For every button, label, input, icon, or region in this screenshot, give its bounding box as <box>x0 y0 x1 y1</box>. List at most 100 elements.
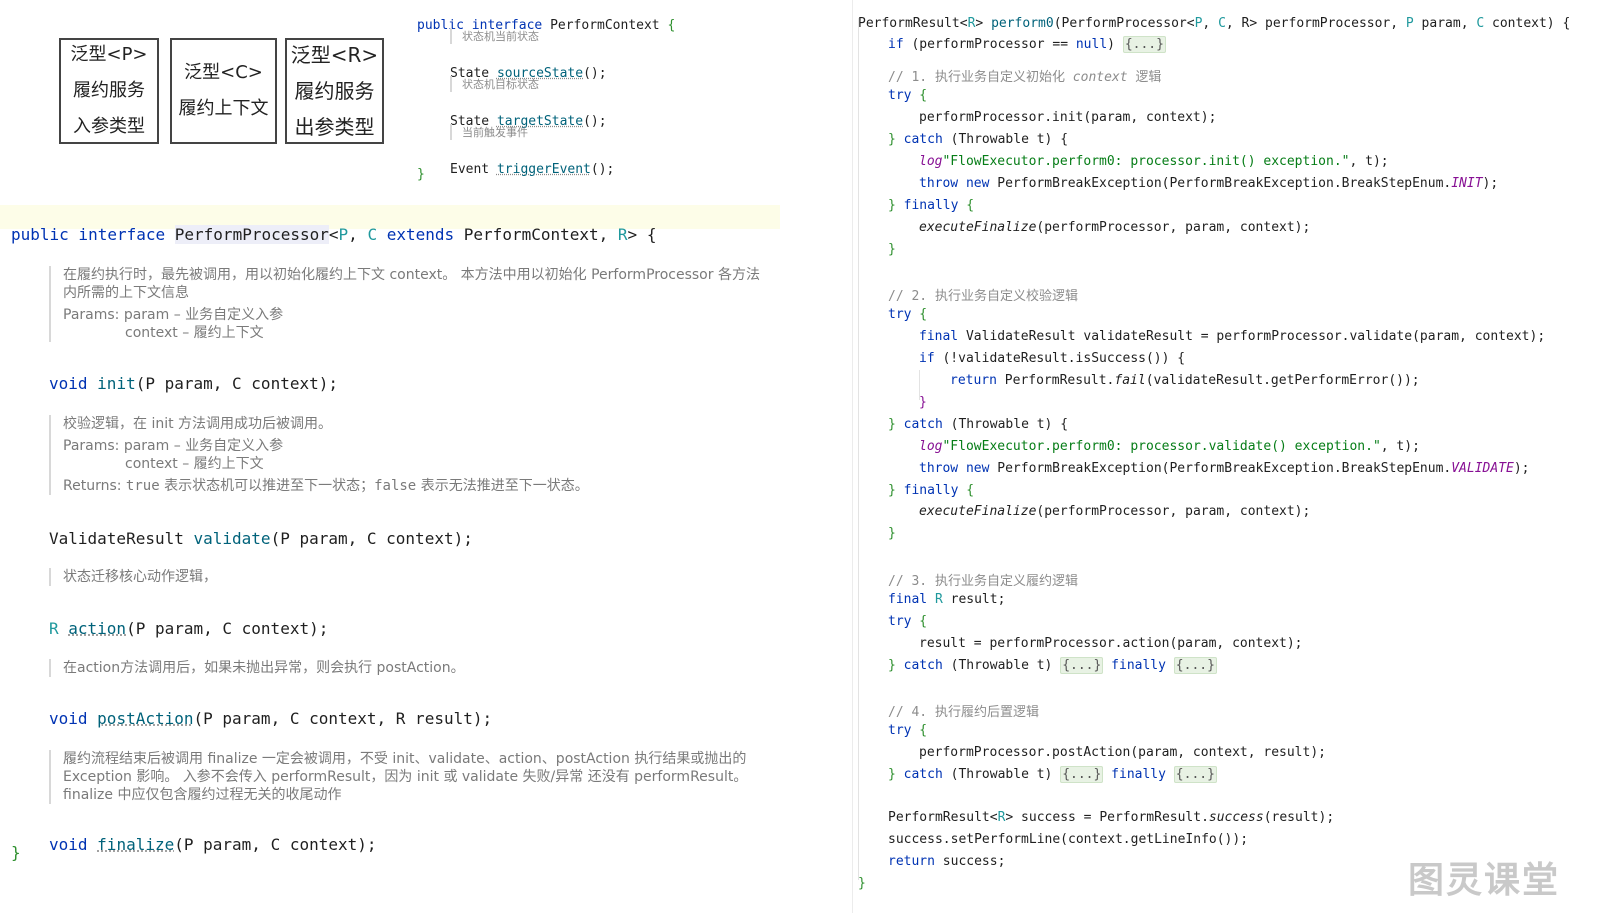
type-box-line: 履约服务 <box>294 79 375 103</box>
code-line: if (!validateResult.isSuccess()) { <box>919 351 1185 366</box>
keyword: if <box>888 37 904 52</box>
doc-description: 在action方法调用后，如果未抛出异常，则会执行 postAction。 <box>63 660 465 676</box>
keyword: catch <box>895 132 943 147</box>
doc-comment-init: 在履约执行时，最先被调用，用以初始化履约上下文 context。 本方法中用以初… <box>49 266 768 342</box>
type: PerformContext, <box>463 225 618 244</box>
doc-description: 校验逻辑，在 init 方法调用成功后被调用。 <box>63 416 333 432</box>
punct: , R> performProcessor, <box>1225 16 1406 31</box>
doc-returns: Returns: true 表示状态机可以推进至下一状态；false 表示无法推… <box>63 477 768 495</box>
type-box-r: 泛型<R> 履约服务 出参类型 <box>285 38 384 144</box>
code: (result); <box>1263 810 1335 825</box>
type-param: C <box>1476 16 1485 31</box>
keyword: finally <box>1103 767 1174 782</box>
keyword: throw new <box>919 461 998 476</box>
code-line: executeFinalize(performProcessor, param,… <box>919 220 1310 235</box>
code: (performProcessor == <box>903 37 1076 52</box>
type-box-line: 泛型<R> <box>290 43 379 67</box>
keyword: return <box>950 373 1005 388</box>
code-line: try { <box>888 88 927 103</box>
code: false <box>374 478 417 494</box>
enum: VALIDATE <box>1451 461 1514 476</box>
method-call: executeFinalize <box>919 504 1037 519</box>
type-box-line: 入参类型 <box>73 116 145 137</box>
class-name[interactable]: PerformProcessor <box>174 225 329 244</box>
keyword: catch <box>895 658 943 673</box>
comment-line: // 1. 执行业务自定义初始化 context 逻辑 <box>888 66 1161 85</box>
method-name[interactable]: finalize <box>97 835 174 854</box>
label: Returns: <box>63 478 126 494</box>
enum: INIT <box>1451 176 1483 191</box>
doc-comment-action: 状态迁移核心动作逻辑， <box>49 568 768 586</box>
method-name[interactable]: triggerEvent <box>497 162 591 177</box>
keyword: try <box>888 307 912 322</box>
code: (validateResult.getPerformError()); <box>1145 373 1420 388</box>
brace: } <box>919 395 927 410</box>
type-box-line: 泛型<C> <box>184 62 263 83</box>
code-line: try { <box>888 307 927 322</box>
type-param: R <box>617 225 628 244</box>
code: PerformBreakException(PerformBreakExcept… <box>997 461 1452 476</box>
type-box-line: 出参类型 <box>294 115 375 139</box>
method-init: void init(P param, C context); <box>49 355 338 393</box>
panel-divider <box>852 0 853 913</box>
brace: { <box>958 198 975 213</box>
type-param: P <box>1405 16 1414 31</box>
doc-comment-finalize: 履约流程结束后被调用 finalize 一定会被调用，不受 init、valid… <box>49 750 763 804</box>
method-name[interactable]: validate <box>194 529 271 548</box>
comment-line: // 3. 执行业务自定义履约逻辑 <box>888 574 1078 589</box>
code-line: } catch (Throwable t) { (Throwable t) {.… <box>888 657 1217 674</box>
return-type: void <box>49 835 98 854</box>
folded-block[interactable]: {...} <box>1060 657 1104 674</box>
brace: { <box>958 483 975 498</box>
signature: (P param, C context, R result); <box>193 709 493 728</box>
folded-block[interactable]: {...} <box>1122 36 1166 53</box>
brace: } <box>888 132 896 147</box>
doc-comment: 状态机目标状态 <box>450 76 539 92</box>
doc-description: 状态迁移核心动作逻辑， <box>63 569 217 585</box>
punct: , <box>1202 16 1219 31</box>
keyword: if <box>919 351 935 366</box>
keyword: final <box>888 592 935 607</box>
code: , t); <box>1380 439 1420 454</box>
watermark: 图灵课堂 <box>1407 860 1560 901</box>
keyword: throw new <box>919 176 998 191</box>
method-call: executeFinalize <box>919 220 1037 235</box>
keyword: catch <box>895 767 943 782</box>
keyword: finally <box>895 198 959 213</box>
closing-brace: } <box>11 843 21 862</box>
field: log <box>919 439 943 454</box>
code-line: throw new PerformBreakException(PerformB… <box>919 461 1530 476</box>
punct: param, <box>1413 16 1477 31</box>
method-name[interactable]: init <box>97 374 136 393</box>
type-param: C <box>367 225 378 244</box>
code-line: return PerformResult.fail(validateResult… <box>950 373 1420 388</box>
closing-brace: } <box>417 167 425 182</box>
code-line: result = performProcessor.action(param, … <box>919 636 1303 651</box>
punct: (); <box>583 114 607 129</box>
folded-block[interactable]: {...} <box>1173 766 1217 783</box>
code: (!validateResult.isSuccess()) { <box>934 351 1186 366</box>
method-post-action: void postAction(P param, C context, R re… <box>49 690 492 728</box>
comment-line: // 4. 执行履约后置逻辑 <box>888 705 1039 720</box>
punct: (); <box>583 66 607 81</box>
code: > success = PerformResult. <box>1005 810 1209 825</box>
method-name[interactable]: postAction <box>97 709 193 728</box>
code: true <box>125 478 160 494</box>
return-type: void <box>49 374 98 393</box>
punct: , <box>348 225 368 244</box>
method-name[interactable]: action <box>68 619 126 638</box>
signature: (P param, C context); <box>135 374 338 393</box>
closing-brace: } <box>858 876 866 891</box>
doc-param: Params: param – 业务自定义入参 <box>63 307 284 323</box>
type-param: R <box>934 592 943 607</box>
text: 表示状态机可以推进至下一状态； <box>159 478 375 494</box>
return-type: void <box>49 709 98 728</box>
text: 表示无法推进至下一状态。 <box>416 478 589 494</box>
folded-block[interactable]: {...} <box>1173 657 1217 674</box>
method-action: R action(P param, C context); <box>49 600 328 638</box>
folded-block[interactable]: {...} <box>1060 766 1104 783</box>
brace: } <box>888 198 896 213</box>
string: "FlowExecutor.perform0: processor.init()… <box>942 154 1350 169</box>
code-line: executeFinalize(performProcessor, param,… <box>919 504 1310 519</box>
punct: > { <box>627 225 657 244</box>
